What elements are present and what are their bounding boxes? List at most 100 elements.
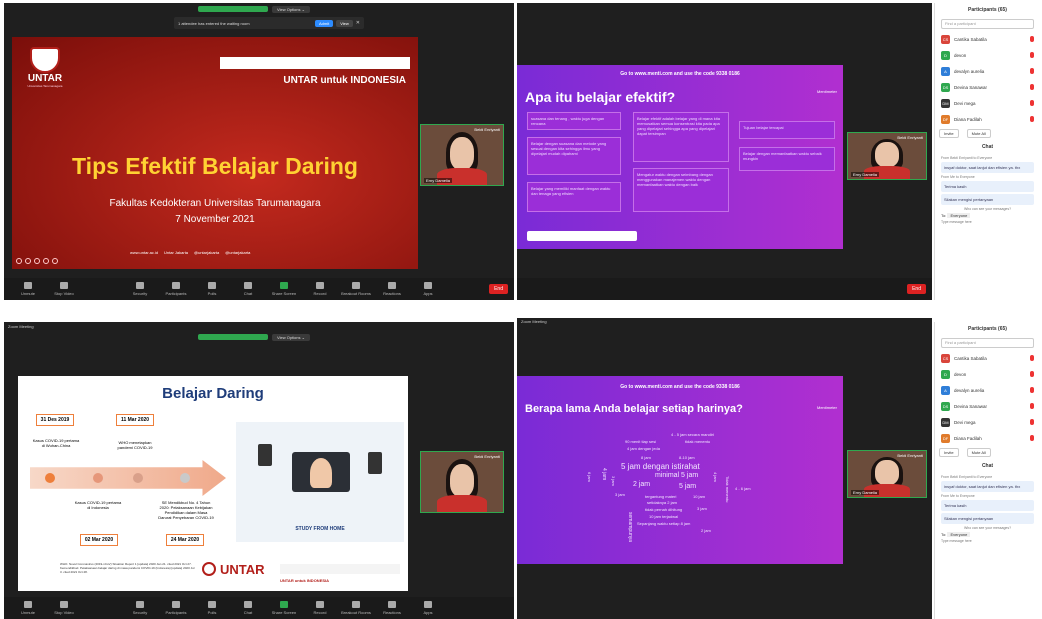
timeline-text: Kasus COVID-19 pertama di Wuhan-China [32, 438, 80, 448]
muted-mic-icon [1030, 52, 1034, 58]
stop-video-button[interactable]: Stop Video [46, 601, 82, 615]
avatar: DS [941, 401, 950, 411]
reactions-icon [388, 601, 396, 608]
participant-video[interactable]: Bekti Enriyanti Erny Damelia [847, 132, 927, 180]
participant-video[interactable]: Bekti Enriyanti Erny Damelia [420, 124, 504, 186]
zoom-toolbar: Unmute Stop Video Security Participants … [4, 278, 514, 300]
word-cloud-item: 8-10 jam [679, 455, 695, 460]
polls-button[interactable]: Polls [194, 601, 230, 615]
security-button[interactable]: Security [122, 601, 158, 615]
record-button[interactable]: Record [302, 282, 338, 296]
participant-row[interactable]: Adevalyn aurelia [935, 63, 1040, 79]
footer-link: www.untar.ac.id [130, 250, 159, 255]
screen-sharing-banner[interactable] [198, 6, 268, 12]
participants-title: Participants (65) [968, 326, 1007, 332]
participant-name: Devi mega [954, 419, 976, 425]
mentimeter-logo: Mentimeter [816, 89, 837, 94]
share-screen-button[interactable]: Share Screen [266, 282, 302, 296]
video-camera-icon [60, 601, 68, 608]
participant-row[interactable]: CS Cantika Sabatila [935, 31, 1040, 47]
response-card: Belajar efektif adalah belajar yang di m… [633, 112, 729, 162]
unmute-button[interactable]: Unmute [10, 282, 46, 296]
participants-button[interactable]: Participants [158, 601, 194, 615]
share-screen-button[interactable]: Share Screen [266, 601, 302, 615]
meeting-window-top-left: View Options ⌄ 1 attendee has entered th… [4, 3, 514, 300]
muted-mic-icon [1030, 68, 1034, 74]
participants-button[interactable]: Participants [158, 282, 194, 296]
screen-sharing-banner[interactable] [198, 334, 268, 340]
participant-search-input[interactable]: Find a participant [941, 19, 1034, 29]
participant-video[interactable]: Bekti Enriyanti Erny Damelia [847, 450, 927, 498]
chat-input[interactable]: Type message here [941, 539, 1034, 543]
apps-button[interactable]: Apps [410, 282, 446, 296]
chat-button[interactable]: Chat [230, 601, 266, 615]
reactions-button[interactable]: Reactions [374, 282, 410, 296]
view-options-button[interactable]: View Options ⌄ [272, 6, 310, 13]
polls-button[interactable]: Polls [194, 282, 230, 296]
chat-sender: From Bekti Enriyanti to Everyone [941, 156, 993, 160]
muted-mic-icon [1030, 371, 1034, 377]
participant-row[interactable]: Ddevon [935, 366, 1040, 382]
footer-link: Untar Jakarta [164, 250, 189, 255]
shared-slide: Belajar Daring 31 Des 2019 Kasus COVID-1… [18, 376, 408, 591]
apps-button[interactable]: Apps [410, 601, 446, 615]
chat-input[interactable]: Type message here [941, 220, 1034, 224]
stop-video-button[interactable]: Stop Video [46, 282, 82, 296]
person-icon [310, 458, 332, 488]
security-button[interactable]: Security [122, 282, 158, 296]
apps-icon [424, 282, 432, 289]
participant-row[interactable]: DS Devina Sanawar [935, 398, 1040, 414]
study-from-home-illustration: STUDY FROM HOME [236, 422, 404, 542]
participant-row[interactable]: DF Diana Fadilah [935, 430, 1040, 446]
participants-title: Participants (65) [968, 7, 1007, 13]
breakout-rooms-button[interactable]: Breakout Rooms [338, 601, 374, 615]
participant-search-input[interactable]: Find a participant [941, 338, 1034, 348]
view-button[interactable]: View [336, 19, 353, 27]
breakout-rooms-button[interactable]: Breakout Rooms [338, 282, 374, 296]
participant-row[interactable]: CS Cantika Sabatila [935, 350, 1040, 366]
shield-icon [30, 47, 60, 73]
close-icon[interactable]: ✕ [356, 20, 360, 26]
view-options-button[interactable]: View Options ⌄ [272, 334, 310, 341]
participant-row[interactable]: DF Diana Fadilah [935, 111, 1040, 127]
end-button[interactable]: End [907, 284, 926, 294]
recipient-select[interactable]: Everyone [947, 532, 971, 537]
participants-panel-bottom: Participants (65) Find a participant CS C… [934, 322, 1040, 619]
record-button[interactable]: Record [302, 601, 338, 615]
slide-controls[interactable] [16, 258, 86, 265]
untar-logo: UNTAR Universitas Tarumanagara [24, 47, 66, 91]
participant-row[interactable]: Adevalyn aurelia [935, 382, 1040, 398]
participant-row[interactable]: DM Devi mega [935, 95, 1040, 111]
slide-date: 7 November 2021 [175, 214, 255, 225]
recipient-select[interactable]: Everyone [947, 213, 971, 218]
toolbar-label: Chat [243, 291, 253, 296]
participant-name: Cantika Sabatila [954, 355, 987, 361]
annotation-toolbar[interactable] [527, 231, 637, 241]
word-cloud-item: 90 menit tiap sesi [625, 439, 657, 444]
invite-button[interactable]: Invite [939, 448, 959, 457]
participant-row[interactable]: DM Devi mega [935, 414, 1040, 430]
admit-button[interactable]: Admit [314, 19, 334, 27]
toolbar-label: Security [132, 291, 148, 296]
participant-name: Cantika Sabatila [954, 36, 987, 42]
chat-button[interactable]: Chat [230, 282, 266, 296]
shield-icon [136, 282, 144, 289]
avatar: CS [941, 34, 950, 44]
participant-video[interactable]: Bekti Enriyanti [420, 451, 504, 513]
to-label: To: [941, 213, 947, 218]
slide-title: Tips Efektif Belajar Daring [72, 153, 358, 179]
poll-icon [208, 601, 216, 608]
unmute-button[interactable]: Unmute [10, 601, 46, 615]
invite-button[interactable]: Invite [939, 129, 959, 138]
reactions-button[interactable]: Reactions [374, 601, 410, 615]
mute-all-button[interactable]: Mute All [966, 129, 991, 138]
slide-footer-links: www.untar.ac.id Untar Jakarta @untarjaka… [130, 250, 250, 255]
participant-row[interactable]: DS Devina Sanawar [935, 79, 1040, 95]
untar-subtitle: UNTAR untuk INDONESIA [280, 578, 330, 583]
response-card: Belajar dengan suasana dan metode yang s… [527, 137, 621, 175]
end-button[interactable]: End [489, 284, 508, 294]
word-cloud-item: tergantung materi [645, 494, 677, 499]
participant-row[interactable]: Ddevon [935, 47, 1040, 63]
mute-all-button[interactable]: Mute All [966, 448, 991, 457]
participant-name: Diana Fadilah [954, 116, 982, 122]
